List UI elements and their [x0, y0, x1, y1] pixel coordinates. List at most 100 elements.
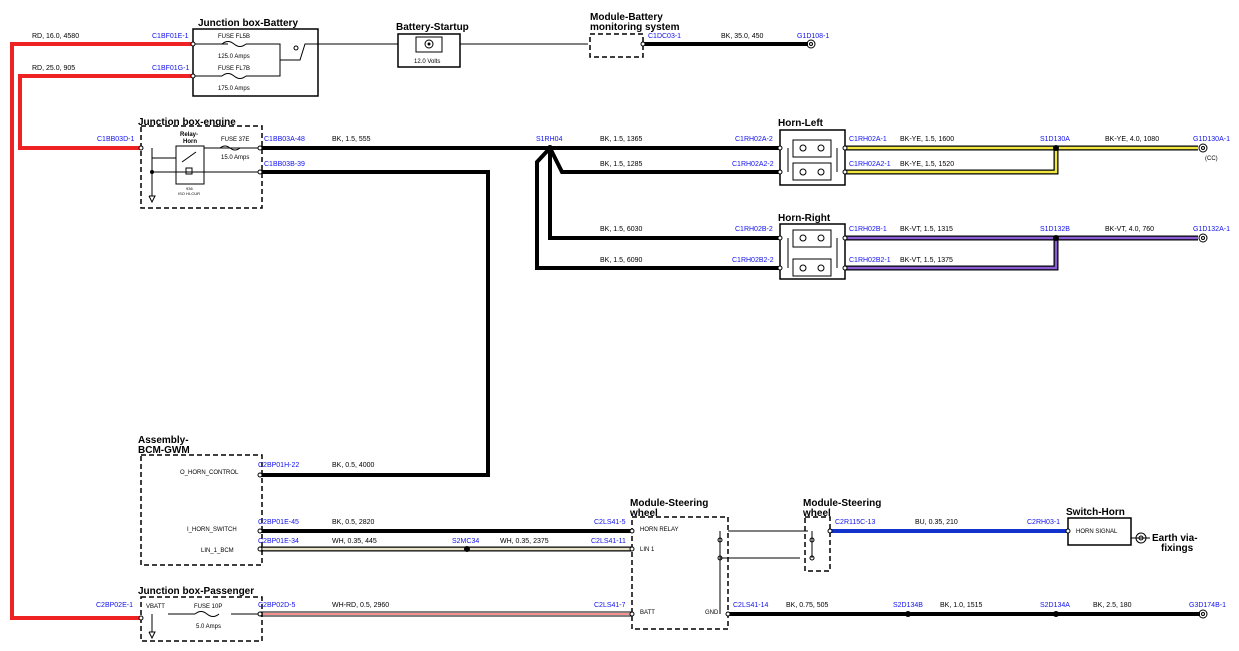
- wire-label-bk-1365: BK, 1.5, 1365: [600, 136, 643, 143]
- wire-label-bk-4000: BK, 0.5, 4000: [332, 462, 375, 469]
- ground-g1d108-icon: [806, 39, 816, 49]
- title-jb-engine: Junction box-engine: [138, 117, 236, 128]
- wire-bk-1285[interactable]: [548, 147, 780, 174]
- fuse-fl5b-rating: 125.0 Amps: [218, 54, 250, 60]
- conn-c2bp01h: C2BP01H-22: [258, 462, 299, 469]
- pin-gnd: GND: [705, 610, 719, 616]
- wire-label-bkvt-1375: BK-VT, 1.5, 1375: [900, 257, 953, 264]
- wire-label-bkye-1080: BK-YE, 4.0, 1080: [1105, 136, 1159, 143]
- conn-s2d134a: S2D134A: [1040, 602, 1070, 609]
- wire-label-bkye-1520: BK-YE, 1.5, 1520: [900, 161, 954, 168]
- conn-c1bb03a: C1BB03A-48: [264, 136, 305, 143]
- pin-i-horn-switch: I_HORN_SWITCH: [187, 527, 237, 533]
- module-steering-wheel-2: [804, 516, 831, 572]
- conn-s2d134b: S2D134B: [893, 602, 923, 609]
- conn-s1d132b: S1D132B: [1040, 226, 1070, 233]
- title-msw2-2: wheel: [802, 508, 831, 519]
- conn-c1rh02b1-r: C1RH02B-1: [849, 226, 887, 233]
- pin-batt: BATT: [640, 610, 655, 616]
- wire-bk-4000[interactable]: [260, 170, 490, 477]
- conn-c1rh02a1-r: C1RH02A-1: [849, 136, 887, 143]
- conn-c2ls41-5: C2LS41-5: [594, 519, 626, 526]
- relay-code-2: ISO HI-CUR: [178, 191, 200, 196]
- wire-rd-16[interactable]: [10, 42, 193, 620]
- title-horn-right: Horn-Right: [778, 213, 831, 224]
- fuse-10p-rating: 5.0 Amps: [196, 624, 221, 630]
- wire-label-bk-1285: BK, 1.5, 1285: [600, 161, 643, 168]
- conn-g1d108: G1D108-1: [797, 33, 829, 40]
- conn-c1rh02a21-r: C1RH02A2-1: [849, 161, 891, 168]
- conn-c1bb03d: C1BB03D-1: [97, 136, 134, 143]
- fuse-10p-icon: [194, 611, 220, 617]
- pin-o-horn-control: O_HORN_CONTROL: [180, 470, 239, 476]
- fuse-37e-label: FUSE 37E: [221, 137, 249, 143]
- title-jb-battery: Junction box-Battery: [198, 18, 298, 29]
- horn-left: [779, 129, 846, 186]
- conn-c1bb03b: C1BB03B-39: [264, 161, 305, 168]
- conn-s1d130a: S1D130A: [1040, 136, 1070, 143]
- battery-monitor-box: [589, 33, 644, 58]
- conn-c2bp01e34: C2BP01E-34: [258, 538, 299, 545]
- wire-label-wh-445: WH, 0.35, 445: [332, 538, 377, 545]
- red-feed-wires: [10, 42, 193, 620]
- pin-lin1: LIN 1: [640, 547, 655, 553]
- conn-c1dc03: C1DC03-1: [648, 33, 681, 40]
- conn-c2ls41-7: C2LS41-7: [594, 602, 626, 609]
- wire-label-bk-555: BK, 1.5, 555: [332, 136, 371, 143]
- conn-c2rh03: C2RH03-1: [1027, 519, 1060, 526]
- title-switch-horn: Switch-Horn: [1066, 507, 1125, 518]
- horn-left-icon: [799, 144, 807, 152]
- violet-wires: [845, 235, 1198, 271]
- wire-label-bu-210: BU, 0.35, 210: [915, 519, 958, 526]
- conn-c1rh02b21-r: C1RH02B2-1: [849, 257, 891, 264]
- title-jb-passenger: Junction box-Passenger: [138, 586, 254, 597]
- conn-g3d174b: G3D174B-1: [1189, 602, 1226, 609]
- title-bms-2: monitoring system: [590, 22, 680, 33]
- wire-label-rd-25: RD, 25.0, 905: [32, 65, 75, 72]
- fuse-fl7b-rating: 175.0 Amps: [218, 86, 250, 92]
- conn-c1bf01g: C1BF01G-1: [152, 65, 189, 72]
- horn-right-icon: [799, 234, 807, 242]
- wire-label-whrd-2960: WH-RD, 0.5, 2960: [332, 602, 389, 609]
- conn-c2bp02e: C2BP02E-1: [96, 602, 133, 609]
- wire-label-bk-180: BK, 2.5, 180: [1093, 602, 1132, 609]
- conn-c1rh02b2-l: C1RH02B-2: [735, 226, 773, 233]
- conn-s2mc34: S2MC34: [452, 538, 479, 545]
- title-horn-left: Horn-Left: [778, 118, 824, 129]
- conn-c2bp01e45: C2BP01E-45: [258, 519, 299, 526]
- relay-label-2: Horn: [183, 139, 197, 145]
- junction-box-battery: [192, 28, 319, 97]
- conn-c1rh02b22-l: C1RH02B2-2: [732, 257, 774, 264]
- conn-c1bf01e: C1BF01E-1: [152, 33, 189, 40]
- black-wires: [260, 42, 1200, 616]
- wire-label-bk-35: BK, 35.0, 450: [721, 33, 764, 40]
- yellow-wires: [845, 145, 1198, 175]
- conn-g1d132a: G1D132A-1: [1193, 226, 1230, 233]
- wire-label-bkvt-760: BK-VT, 4.0, 760: [1105, 226, 1154, 233]
- title-battery-startup: Battery-Startup: [396, 22, 469, 33]
- pin-horn-signal: HORN SIGNAL: [1076, 529, 1118, 535]
- conn-g1d130a: G1D130A-1: [1193, 136, 1230, 143]
- fuse-fl5b-label: FUSE FL5B: [218, 34, 250, 40]
- title-msw1-2: wheel: [629, 508, 658, 519]
- wire-bk-ye[interactable]: [845, 148, 1058, 174]
- wire-label-bk-6090: BK, 1.5, 6090: [600, 257, 643, 264]
- wire-label-bk-1515: BK, 1.0, 1515: [940, 602, 983, 609]
- wire-label-bkvt-1315: BK-VT, 1.5, 1315: [900, 226, 953, 233]
- wire-label-bk-2820: BK, 0.5, 2820: [332, 519, 375, 526]
- relay-label-1: Relay-: [180, 132, 198, 138]
- fuse-fl5b-icon: [221, 41, 247, 47]
- ground-g1d130a-icon: [1198, 143, 1208, 153]
- relay-horn-box: [175, 145, 205, 185]
- conn-c2ls41-14: C2LS41-14: [733, 602, 769, 609]
- fuse-37e-rating: 15.0 Amps: [221, 155, 249, 161]
- horn-right: [779, 223, 846, 280]
- pin-vbatt: VBATT: [146, 604, 165, 610]
- fuse-fl7b-label: FUSE FL7B: [218, 66, 250, 72]
- conn-c2r115c: C2R115C-13: [835, 519, 875, 526]
- conn-c2bp02d: C2BP02D-5: [258, 602, 295, 609]
- wire-label-rd-16: RD, 16.0, 4580: [32, 33, 79, 40]
- conn-c2ls41-11: C2LS41-11: [591, 538, 626, 545]
- wire-label-bk-505: BK, 0.75, 505: [786, 602, 829, 609]
- earth-label-2: fixings: [1161, 543, 1194, 554]
